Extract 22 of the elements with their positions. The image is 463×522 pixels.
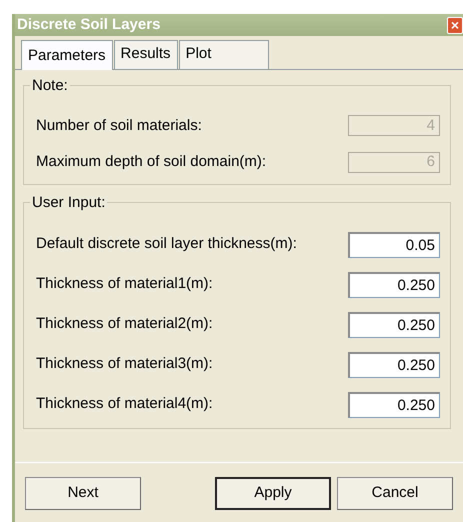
input-field[interactable]: 0.250	[348, 352, 440, 378]
field-label: Thickness of material2(m):	[36, 314, 213, 334]
input-field[interactable]: 0.05	[348, 232, 440, 258]
input-field[interactable]: 0.250	[348, 312, 440, 338]
field-label: Thickness of material3(m):	[36, 354, 213, 374]
field-label: Number of soil materials:	[36, 116, 202, 136]
dialog-button[interactable]: Cancel	[337, 477, 453, 510]
dialog-button[interactable]: Apply	[215, 477, 331, 510]
window-title: Discrete Soil Layers	[17, 14, 160, 35]
tab[interactable]: Results	[114, 40, 178, 68]
input-field[interactable]: 0.250	[348, 392, 440, 418]
field-label: Thickness of material4(m):	[36, 394, 213, 414]
tab[interactable]: Plot	[178, 40, 269, 68]
dialog-button[interactable]: Next	[25, 477, 141, 510]
field-label: Thickness of material1(m):	[36, 274, 213, 294]
field-label: Default discrete soil layer thickness(m):	[36, 234, 297, 254]
group-title: Note:	[31, 78, 69, 92]
close-button[interactable]: ×	[447, 16, 463, 34]
field-label: Maximum depth of soil domain(m):	[36, 152, 266, 172]
tab[interactable]: Parameters	[21, 40, 113, 70]
group-title: User Input:	[31, 194, 106, 210]
input-field[interactable]: 0.250	[348, 272, 440, 298]
